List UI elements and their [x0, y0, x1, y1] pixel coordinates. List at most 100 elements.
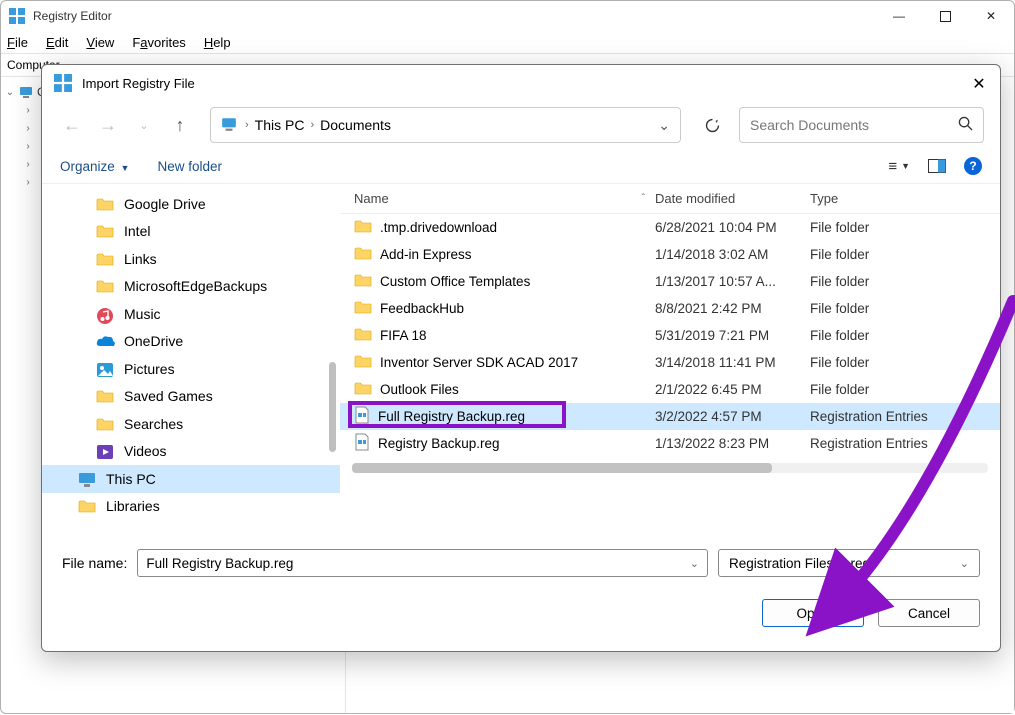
- sidebar-item[interactable]: Searches: [42, 410, 340, 438]
- sidebar-item-label: Searches: [124, 416, 183, 432]
- import-dialog: Import Registry File ✕ ← → ⌄ ↑ › This PC…: [41, 64, 1001, 652]
- file-name: .tmp.drivedownload: [380, 220, 497, 235]
- sidebar-item[interactable]: Videos: [42, 438, 340, 466]
- folder-icon: [354, 327, 372, 344]
- breadcrumb[interactable]: › This PC › Documents ⌄: [210, 107, 681, 143]
- folder-icon: [96, 197, 114, 211]
- up-button[interactable]: ↑: [166, 111, 194, 139]
- file-row[interactable]: Full Registry Backup.reg 3/2/2022 4:57 PM…: [340, 403, 1000, 430]
- close-button[interactable]: ✕: [968, 1, 1014, 31]
- file-type: File folder: [810, 355, 1000, 370]
- sidebar-item[interactable]: Google Drive: [42, 190, 340, 218]
- videos-icon: [96, 444, 114, 458]
- organize-button[interactable]: Organize ▼: [60, 159, 129, 174]
- onedrive-icon: [96, 334, 114, 348]
- help-button[interactable]: ?: [964, 157, 982, 175]
- folder-icon: [354, 354, 372, 371]
- cancel-button[interactable]: Cancel: [878, 599, 980, 627]
- breadcrumb-root[interactable]: This PC: [255, 117, 305, 133]
- folder-icon: [78, 499, 96, 513]
- file-type: Registration Entries: [810, 436, 1000, 451]
- sidebar-item[interactable]: Intel: [42, 218, 340, 246]
- maximize-button[interactable]: [922, 1, 968, 31]
- file-row[interactable]: Custom Office Templates1/13/2017 10:57 A…: [340, 268, 1000, 295]
- file-type: File folder: [810, 328, 1000, 343]
- sidebar-item[interactable]: Saved Games: [42, 383, 340, 411]
- open-button[interactable]: Open: [762, 599, 864, 627]
- regedit-icon: [9, 8, 25, 24]
- sidebar-item[interactable]: MicrosoftEdgeBackups: [42, 273, 340, 301]
- file-date: 1/14/2018 3:02 AM: [655, 247, 810, 262]
- horizontal-scrollbar[interactable]: [352, 463, 988, 473]
- sidebar-item-label: OneDrive: [124, 333, 183, 349]
- music-icon: [96, 307, 114, 321]
- sidebar-item[interactable]: Pictures: [42, 355, 340, 383]
- file-row[interactable]: .tmp.drivedownload6/28/2021 10:04 PMFile…: [340, 214, 1000, 241]
- file-name: Custom Office Templates: [380, 274, 530, 289]
- new-folder-button[interactable]: New folder: [157, 159, 222, 174]
- recent-button[interactable]: ⌄: [130, 111, 158, 139]
- menu-file[interactable]: File: [7, 35, 28, 50]
- file-name: Outlook Files: [380, 382, 459, 397]
- sidebar-item-label: Links: [124, 251, 157, 267]
- sidebar-item[interactable]: Music: [42, 300, 340, 328]
- file-type: File folder: [810, 301, 1000, 316]
- chevron-down-icon[interactable]: ⌄: [960, 557, 969, 570]
- file-type: File folder: [810, 382, 1000, 397]
- forward-button[interactable]: →: [94, 111, 122, 139]
- file-row[interactable]: Outlook Files2/1/2022 6:45 PMFile folder: [340, 376, 1000, 403]
- reg-icon: [354, 433, 370, 454]
- menu-favorites[interactable]: Favorites: [132, 35, 185, 50]
- back-button[interactable]: ←: [58, 111, 86, 139]
- file-row[interactable]: Inventor Server SDK ACAD 20173/14/2018 1…: [340, 349, 1000, 376]
- folder-icon: [96, 417, 114, 431]
- folder-icon: [354, 273, 372, 290]
- search-icon: [958, 116, 973, 134]
- file-date: 5/31/2019 7:21 PM: [655, 328, 810, 343]
- menu-help[interactable]: Help: [204, 35, 231, 50]
- refresh-button[interactable]: [697, 117, 727, 134]
- sidebar-item-label: Libraries: [106, 498, 160, 514]
- file-date: 3/2/2022 4:57 PM: [655, 409, 810, 424]
- window-title: Registry Editor: [33, 9, 112, 23]
- folder-icon: [354, 300, 372, 317]
- file-row[interactable]: FIFA 18 5/31/2019 7:21 PMFile folder: [340, 322, 1000, 349]
- file-row[interactable]: Add-in Express1/14/2018 3:02 AMFile fold…: [340, 241, 1000, 268]
- file-type-filter[interactable]: Registration Files (*.reg)⌄: [718, 549, 980, 577]
- sidebar-scrollbar-thumb[interactable]: [329, 362, 336, 452]
- preview-pane-button[interactable]: [928, 159, 946, 173]
- file-name: FIFA 18: [380, 328, 427, 343]
- sidebar-item[interactable]: OneDrive: [42, 328, 340, 356]
- sidebar-item[interactable]: Links: [42, 245, 340, 273]
- chevron-down-icon[interactable]: ⌄: [690, 557, 699, 570]
- column-headers[interactable]: Nameˆ Date modified Type: [340, 184, 1000, 214]
- file-date: 3/14/2018 11:41 PM: [655, 355, 810, 370]
- view-button[interactable]: ≡ ▼: [888, 158, 910, 175]
- file-name: Full Registry Backup.reg: [378, 409, 525, 424]
- dialog-close-button[interactable]: ✕: [968, 73, 990, 95]
- breadcrumb-folder[interactable]: Documents: [320, 117, 391, 133]
- file-type: File folder: [810, 274, 1000, 289]
- file-name: FeedbackHub: [380, 301, 464, 316]
- search-placeholder: Search Documents: [750, 117, 869, 133]
- thispc-icon: [78, 472, 96, 486]
- file-type: File folder: [810, 220, 1000, 235]
- minimize-button[interactable]: —: [876, 1, 922, 31]
- regedit-icon: [54, 74, 72, 92]
- sidebar-item[interactable]: This PC: [42, 465, 340, 493]
- sidebar-item[interactable]: Libraries: [42, 493, 340, 521]
- menu-view[interactable]: View: [86, 35, 114, 50]
- sidebar-item-label: Videos: [124, 443, 167, 459]
- sidebar[interactable]: Google DriveIntel Links MicrosoftEdgeBacku…: [42, 184, 340, 533]
- search-input[interactable]: Search Documents: [739, 107, 984, 143]
- folder-icon: [96, 389, 114, 403]
- menu-edit[interactable]: Edit: [46, 35, 68, 50]
- chevron-down-icon[interactable]: ⌄: [658, 117, 670, 134]
- file-row[interactable]: FeedbackHub8/8/2021 2:42 PMFile folder: [340, 295, 1000, 322]
- filename-input[interactable]: Full Registry Backup.reg⌄: [137, 549, 708, 577]
- dialog-title: Import Registry File: [82, 76, 195, 91]
- file-row[interactable]: Registry Backup.reg1/13/2022 8:23 PMRegi…: [340, 430, 1000, 457]
- folder-icon: [354, 381, 372, 398]
- file-type: Registration Entries: [810, 409, 1000, 424]
- folder-icon: [96, 224, 114, 238]
